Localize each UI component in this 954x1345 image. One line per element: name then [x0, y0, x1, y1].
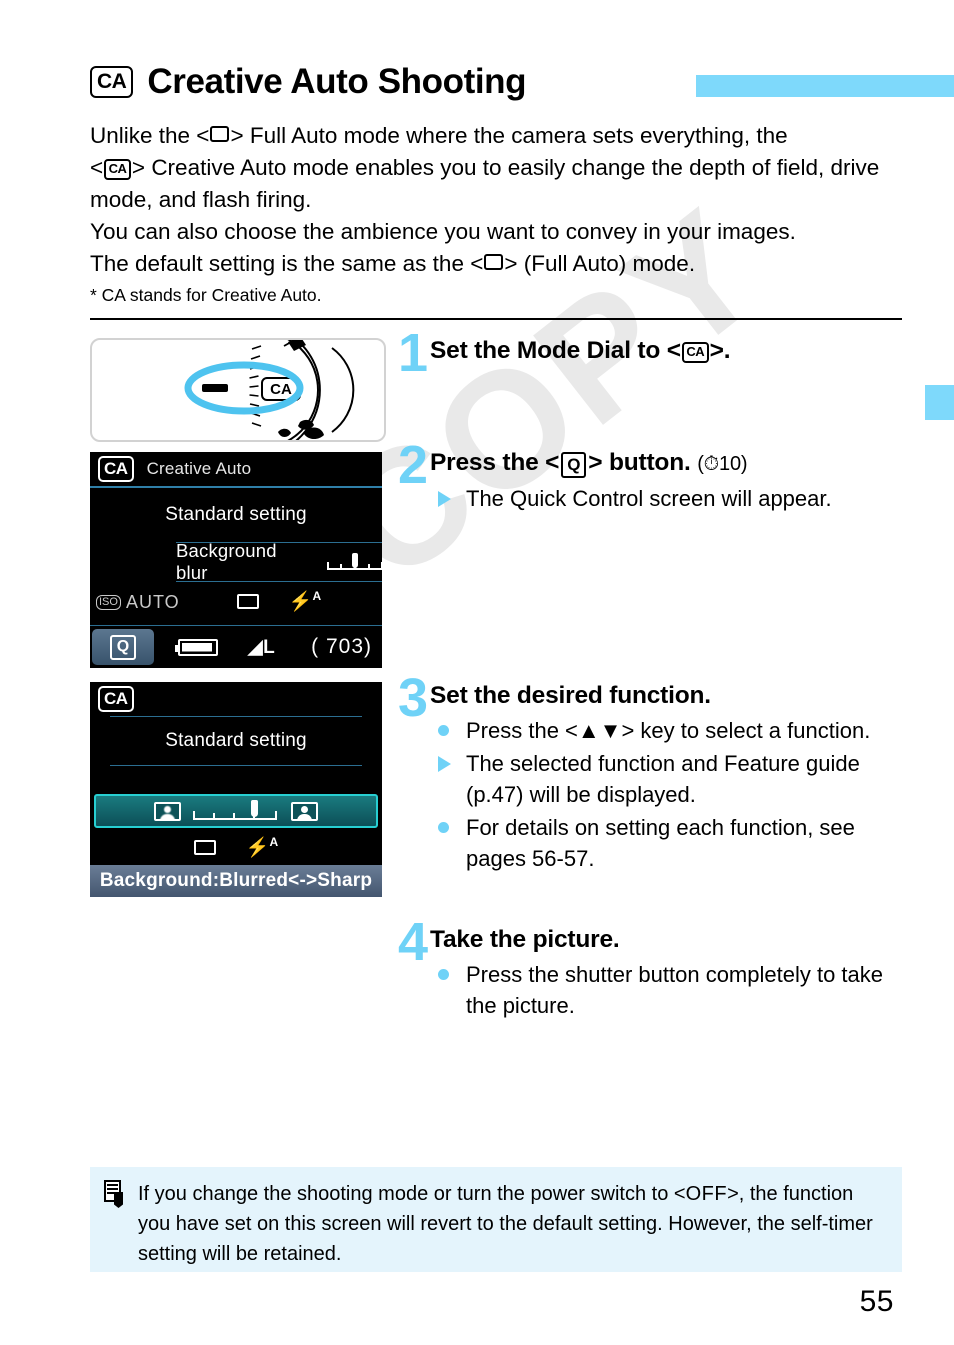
intro-line-4: The default setting is the same as the <…	[90, 251, 696, 276]
step-2-bullets: The Quick Control screen will appear.	[430, 483, 910, 514]
intro-paragraph: Unlike the < > Full Auto mode where the c…	[90, 120, 910, 308]
step-3-title: Set the desired function.	[430, 682, 711, 709]
bullet-item: Press the shutter button completely to t…	[430, 959, 910, 1021]
drive-mode-single-icon-2	[193, 839, 216, 855]
lcd1-drive-flash-row: ⚡A	[176, 581, 382, 620]
step-1: 1 Set the Mode Dial to < CA >.	[398, 326, 910, 380]
ca-inline-icon-step1: CA	[681, 341, 709, 363]
background-sharp-icon	[291, 801, 318, 821]
step-3: 3 Set the desired function. Press the <▲…	[398, 671, 910, 874]
full-auto-icon	[210, 126, 230, 142]
lcd1-status-bar: Q ◢L ( 703)	[90, 625, 382, 668]
image-quality-indicator: ◢L	[248, 636, 276, 658]
bullet-item: For details on setting each function, se…	[430, 812, 910, 874]
mode-dial-figure: CA	[90, 338, 386, 442]
bullet-item: The Quick Control screen will appear.	[430, 483, 910, 514]
lcd2-ca-icon: CA	[98, 686, 134, 712]
page-title: Creative Auto Shooting	[147, 62, 527, 101]
header-accent-bar	[696, 75, 954, 97]
note-memo-icon	[102, 1180, 124, 1208]
lcd2-ambience-row: Standard setting	[110, 716, 362, 765]
lcd2-selected-blur-row[interactable]	[94, 794, 378, 828]
bullet-item: Press the <▲▼> key to select a function.	[430, 715, 910, 746]
lcd1-mode-name: Creative Auto	[146, 459, 252, 478]
dot-bullet-icon	[438, 822, 449, 833]
intro-line-1: Unlike the < > Full Auto mode where the c…	[90, 123, 788, 148]
quick-control-button[interactable]: Q	[92, 629, 154, 665]
lcd2-spacer-row	[110, 765, 362, 794]
q-button-icon: Q	[561, 452, 587, 478]
full-auto-icon-2	[484, 254, 504, 270]
lcd1-ca-icon: CA	[98, 456, 134, 482]
chapter-edge-tab	[925, 385, 954, 420]
lcd2-body: Standard setting ⚡A	[90, 716, 382, 881]
page-header: CA Creative Auto Shooting	[90, 62, 954, 110]
step-2: 2 Press the < Q > button. (⏱10) The Quick …	[398, 438, 910, 514]
updown-key-icon: ▲▼	[577, 718, 622, 743]
lcd1-blur-row: Background blur	[176, 540, 384, 583]
dot-bullet-icon	[438, 969, 449, 980]
note-box: If you change the shooting mode or turn …	[90, 1167, 902, 1272]
step-2-number: 2	[398, 435, 429, 495]
triangle-bullet-icon	[438, 756, 451, 772]
iso-label: ISO	[96, 595, 121, 610]
note-text: If you change the shooting mode or turn …	[138, 1183, 873, 1265]
feature-guide-screen-figure: CA Standard setting ⚡A Background:Blurre…	[90, 682, 382, 897]
svg-text:CA: CA	[270, 381, 292, 398]
page-number: 55	[859, 1285, 894, 1318]
lcd2-header: CA	[90, 682, 382, 716]
drive-mode-single-icon	[236, 593, 259, 609]
self-timer-note: (⏱10)	[697, 453, 748, 475]
step-4-title: Take the picture.	[430, 926, 620, 953]
manual-page: COPY CA Creative Auto Shooting Unlike the…	[0, 0, 954, 1345]
blur-slider[interactable]	[193, 800, 279, 822]
background-blurred-icon	[154, 801, 181, 821]
flash-auto-icon-2: ⚡A	[245, 835, 279, 859]
step-1-title: Set the Mode Dial to < CA >.	[430, 337, 731, 364]
step-2-title: Press the < Q > button. (⏱10)	[430, 449, 748, 478]
mode-dial-illustration: CA	[184, 340, 355, 440]
lcd1-body: ISO AUTO Standard setting Background blu…	[90, 488, 384, 620]
step-1-number: 1	[398, 323, 429, 383]
feature-guide-bar: Background:Blurred<->Sharp	[90, 865, 382, 897]
ca-mode-icon: CA	[90, 66, 134, 98]
intro-line-2: < CA > Creative Auto mode enables you to e…	[90, 155, 880, 212]
flash-auto-icon: ⚡A	[288, 589, 322, 613]
step-4-number: 4	[398, 912, 429, 972]
intro-line-3: You can also choose the ambience you wan…	[90, 219, 796, 244]
lcd2-drive-flash-row: ⚡A	[110, 828, 362, 866]
battery-icon	[175, 638, 218, 656]
quick-control-screen-figure: CA Creative Auto ISO AUTO Standard setti…	[90, 452, 384, 668]
bullet-item: The selected function and Feature guide …	[430, 748, 910, 810]
step-4: 4 Take the picture. Press the shutter bu…	[398, 915, 910, 1021]
background-blur-level-indicator	[327, 552, 384, 572]
step-3-bullets: Press the <▲▼> key to select a function.…	[430, 715, 910, 874]
section-divider	[90, 318, 902, 320]
ca-inline-icon: CA	[104, 158, 131, 180]
shots-remaining: ( 703)	[311, 635, 372, 658]
lcd1-header: CA Creative Auto	[90, 452, 382, 488]
step-4-bullets: Press the shutter button completely to t…	[430, 959, 910, 1021]
step-3-number: 3	[398, 668, 429, 728]
triangle-bullet-icon	[438, 491, 451, 507]
power-off-label: OFF	[685, 1183, 728, 1205]
lcd1-iso-value: ISO AUTO	[96, 592, 180, 613]
dot-bullet-icon	[438, 725, 449, 736]
intro-footnote: * CA stands for Creative Auto.	[90, 285, 322, 305]
lcd1-ambience-row: Standard setting	[165, 504, 307, 525]
